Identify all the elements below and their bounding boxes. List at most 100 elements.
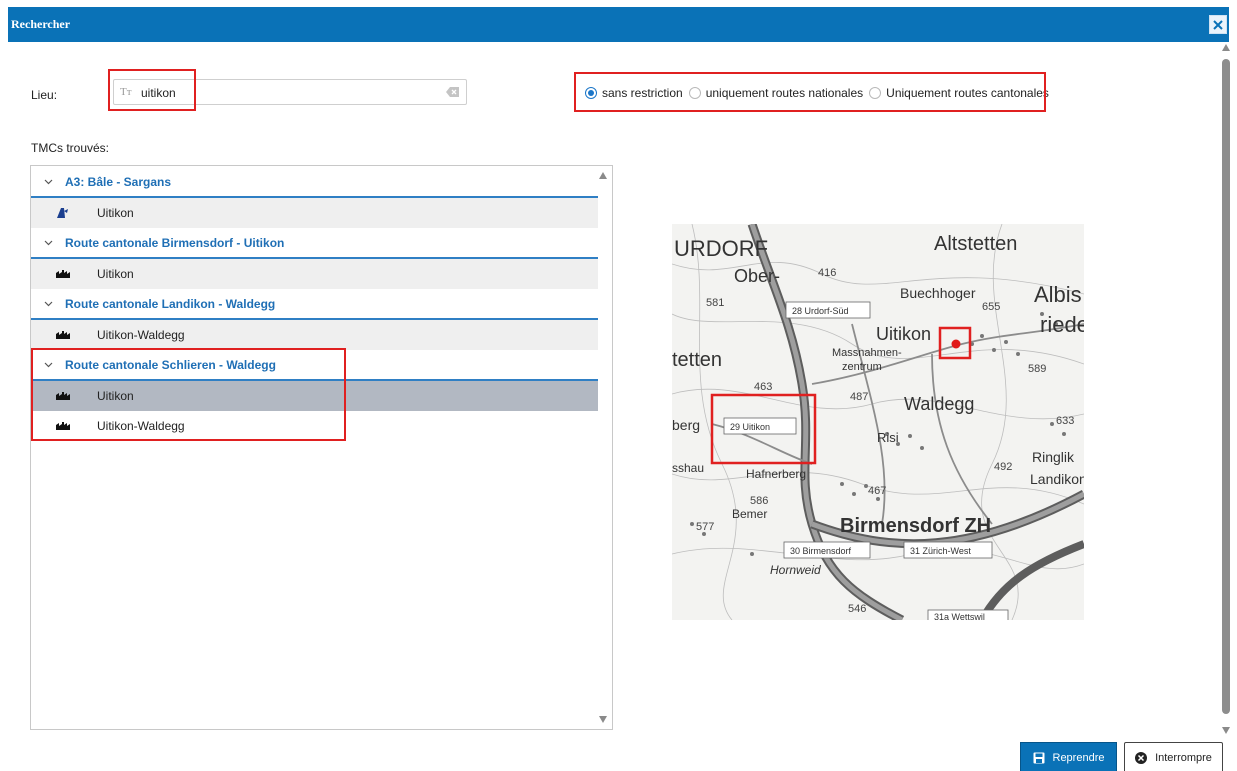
radio-label: sans restriction [602, 86, 683, 100]
tree-group-label: Route cantonale Schlieren - Waldegg [65, 357, 276, 372]
svg-text:Hornweid: Hornweid [770, 563, 821, 577]
road-filter-radio-group: sans restriction uniquement routes natio… [585, 83, 1055, 103]
town-icon [31, 392, 95, 400]
svg-text:Birmensdorf ZH: Birmensdorf ZH [840, 515, 991, 537]
svg-text:546: 546 [848, 603, 866, 615]
town-icon [31, 331, 95, 339]
dialog-titlebar: Rechercher [8, 7, 1229, 42]
tree-group-a3[interactable]: A3: Bâle - Sargans [31, 167, 598, 198]
svg-text:655: 655 [982, 301, 1000, 313]
tree-item-label: Uitikon [97, 267, 134, 281]
tree-item-selected[interactable]: Uitikon [31, 381, 598, 411]
clear-input-icon[interactable] [446, 87, 459, 97]
tree-scroll-down-icon[interactable] [599, 716, 607, 723]
scroll-down-icon[interactable] [1222, 727, 1230, 734]
svg-text:31a Wettswil: 31a Wettswil [934, 612, 985, 620]
tree-item-label: Uitikon [97, 389, 134, 403]
chevron-down-icon[interactable] [31, 301, 65, 307]
chevron-down-icon[interactable] [31, 179, 65, 185]
chevron-down-icon[interactable] [31, 362, 65, 368]
close-icon [1213, 19, 1223, 30]
map-canvas: URDORF Altstetten Ober- Buechhoger Albis… [672, 224, 1084, 620]
svg-text:Hafnerberg: Hafnerberg [746, 467, 806, 481]
svg-text:riede: riede [1040, 312, 1084, 337]
results-label: TMCs trouvés: [31, 141, 110, 155]
svg-text:sshau: sshau [672, 461, 704, 475]
svg-text:Bemer: Bemer [732, 507, 767, 521]
dialog-title: Rechercher [11, 17, 71, 31]
svg-text:URDORF: URDORF [674, 236, 768, 261]
svg-text:Uitikon: Uitikon [876, 324, 931, 344]
svg-text:492: 492 [994, 461, 1012, 473]
svg-text:Ober-: Ober- [734, 266, 780, 286]
radio-label: uniquement routes nationales [705, 86, 864, 100]
svg-text:Albis: Albis [1034, 282, 1082, 307]
svg-text:Waldegg: Waldegg [904, 394, 974, 414]
tree-group-label: Route cantonale Birmensdorf - Uitikon [65, 235, 285, 250]
location-search-input[interactable] [141, 84, 441, 101]
tree-item[interactable]: Uitikon [31, 198, 598, 228]
motorway-junction-icon [31, 207, 95, 219]
town-icon [31, 270, 95, 278]
svg-text:31 Zürich-West: 31 Zürich-West [910, 546, 971, 556]
svg-text:berg: berg [672, 417, 700, 433]
svg-text:633: 633 [1056, 415, 1074, 427]
svg-text:Risi: Risi [877, 430, 899, 445]
cancel-circle-icon [1135, 751, 1148, 764]
radio-sans-restriction[interactable]: sans restriction [585, 86, 683, 100]
tree-group-label: A3: Bâle - Sargans [65, 174, 172, 189]
scroll-up-icon[interactable] [1222, 44, 1230, 51]
svg-text:Massnahmen-: Massnahmen- [832, 347, 902, 359]
radio-routes-cantonales[interactable]: Uniquement routes cantonales [869, 86, 1049, 100]
tree-item[interactable]: Uitikon-Waldegg [31, 320, 598, 350]
tree-group-landikon-waldegg[interactable]: Route cantonale Landikon - Waldegg [31, 289, 598, 320]
svg-text:467: 467 [868, 485, 886, 497]
location-search-box[interactable]: Tт [113, 79, 467, 105]
tree-item-label: Uitikon-Waldegg [97, 419, 185, 433]
svg-text:487: 487 [850, 391, 868, 403]
radio-routes-nationales[interactable]: uniquement routes nationales [688, 86, 864, 100]
radio-label: Uniquement routes cantonales [886, 86, 1049, 100]
svg-text:581: 581 [706, 297, 724, 309]
location-marker-icon [951, 339, 961, 349]
tree-group-birmensdorf-uitikon[interactable]: Route cantonale Birmensdorf - Uitikon [31, 228, 598, 259]
text-type-icon: Tт [120, 86, 132, 98]
scroll-thumb[interactable] [1222, 59, 1230, 714]
town-icon [31, 422, 95, 430]
tree-item-label: Uitikon-Waldegg [97, 328, 185, 342]
svg-text:586: 586 [750, 495, 768, 507]
svg-text:463: 463 [754, 381, 772, 393]
reprendre-label: Reprendre [1052, 751, 1105, 764]
svg-text:577: 577 [696, 521, 714, 533]
svg-text:589: 589 [1028, 363, 1046, 375]
interrompre-button[interactable]: Interrompre [1124, 742, 1223, 771]
svg-text:Landikon: Landikon [1030, 471, 1084, 487]
tree-item[interactable]: Uitikon-Waldegg [31, 411, 598, 441]
svg-text:30 Birmensdorf: 30 Birmensdorf [790, 546, 852, 556]
reprendre-button[interactable]: Reprendre [1020, 742, 1117, 771]
tree-item[interactable]: Uitikon [31, 259, 598, 289]
radio-button[interactable] [688, 87, 701, 99]
radio-button-selected[interactable] [585, 87, 597, 99]
location-label: Lieu: [31, 88, 58, 102]
tree-group-label: Route cantonale Landikon - Waldegg [65, 296, 276, 311]
svg-text:Buechhoger: Buechhoger [900, 285, 976, 301]
results-tree[interactable]: A3: Bâle - Sargans Uitikon Route cantona… [30, 165, 613, 730]
close-button[interactable] [1209, 15, 1227, 34]
tree-group-schlieren-waldegg[interactable]: Route cantonale Schlieren - Waldegg [31, 350, 598, 381]
interrompre-label: Interrompre [1155, 751, 1212, 764]
svg-text:28 Urdorf-Süd: 28 Urdorf-Süd [792, 306, 849, 316]
svg-text:tetten: tetten [672, 349, 722, 371]
svg-text:416: 416 [818, 267, 836, 279]
save-icon [1033, 752, 1045, 764]
tree-item-label: Uitikon [97, 206, 134, 220]
chevron-down-icon[interactable] [31, 240, 65, 246]
svg-text:Altstetten: Altstetten [934, 233, 1017, 255]
svg-text:Ringlik: Ringlik [1032, 449, 1075, 465]
radio-button[interactable] [869, 87, 882, 99]
tree-scroll-up-icon[interactable] [599, 172, 607, 179]
location-map[interactable]: URDORF Altstetten Ober- Buechhoger Albis… [672, 224, 1084, 620]
svg-text:29 Uitikon: 29 Uitikon [730, 422, 770, 432]
dialog-scrollbar[interactable] [1221, 42, 1231, 736]
svg-text:zentrum: zentrum [842, 361, 882, 373]
